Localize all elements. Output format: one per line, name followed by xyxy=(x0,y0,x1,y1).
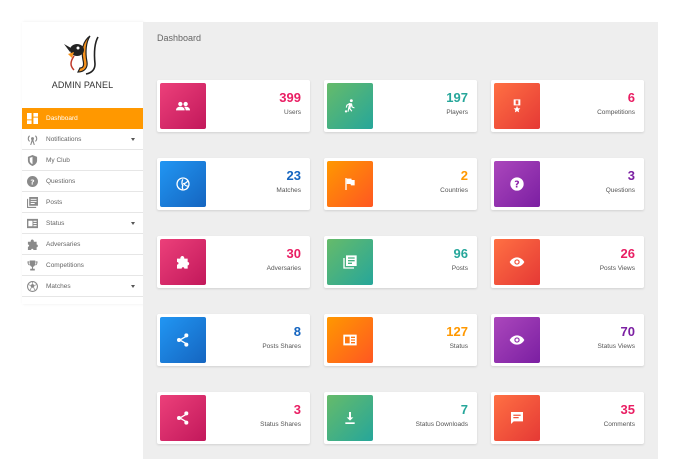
sidebar-item-label: Matches xyxy=(46,282,71,290)
sidebar-item-status[interactable]: Status xyxy=(22,213,143,234)
stat-value: 6 xyxy=(627,90,635,105)
sidebar-item-label: My Club xyxy=(46,156,70,164)
stat-card-countries[interactable]: 2 Countries xyxy=(324,158,477,210)
stat-value: 30 xyxy=(286,246,301,261)
sidebar-item-questions[interactable]: ? Questions xyxy=(22,171,143,192)
stat-label: Adversaries xyxy=(266,265,301,272)
stat-value: 3 xyxy=(293,402,301,417)
stat-card-posts-views[interactable]: 26 Posts Views xyxy=(491,236,644,288)
sidebar-item-label: Dashboard xyxy=(46,114,78,122)
trophy-icon xyxy=(27,259,38,271)
sidebar-item-matches[interactable]: Matches xyxy=(22,276,143,297)
svg-text:?: ? xyxy=(514,179,519,190)
stat-card-users[interactable]: 399 Users xyxy=(157,80,310,132)
sidebar-item-notifications[interactable]: Notifications xyxy=(22,129,143,150)
stat-label: Competitions xyxy=(597,109,635,116)
stat-label: Status Downloads xyxy=(415,421,468,428)
posts-icon xyxy=(327,239,373,285)
admin-panel-title: ADMIN PANEL xyxy=(51,80,114,90)
stat-value: 197 xyxy=(446,90,468,105)
stat-card-status-downloads[interactable]: 7 Status Downloads xyxy=(324,392,477,444)
stat-value: 7 xyxy=(460,402,468,417)
stat-card-comments[interactable]: 35 Comments xyxy=(491,392,644,444)
sidebar-item-label: Adversaries xyxy=(46,240,81,248)
app: ADMIN PANEL Dashboard Notifications My C… xyxy=(0,0,680,459)
sidebar-item-dashboard[interactable]: Dashboard xyxy=(22,108,143,129)
stat-card-posts-shares[interactable]: 8 Posts Shares xyxy=(157,314,310,366)
shield-icon xyxy=(27,154,38,166)
stat-label: Countries xyxy=(440,187,468,194)
stat-value: 399 xyxy=(279,90,301,105)
sidebar-item-label: Notifications xyxy=(46,135,82,143)
stat-value: 26 xyxy=(620,246,635,261)
sidebar-item-adversaries[interactable]: Adversaries xyxy=(22,234,143,255)
stat-value: 96 xyxy=(453,246,468,261)
eye-icon xyxy=(494,317,540,363)
stat-label: Posts Views xyxy=(599,265,635,272)
sidebar-item-posts[interactable]: Posts xyxy=(22,192,143,213)
stat-value: 2 xyxy=(460,168,468,183)
stat-value: 8 xyxy=(293,324,301,339)
sidebar-menu: Dashboard Notifications My Club ? Questi… xyxy=(22,108,143,297)
sidebar-item-competitions[interactable]: Competitions xyxy=(22,255,143,276)
svg-text:?: ? xyxy=(30,177,34,186)
stat-label: Users xyxy=(284,109,301,116)
main-content: Dashboard 399 Users 197 Players 6 Compet… xyxy=(143,22,658,459)
stat-value: 127 xyxy=(446,324,468,339)
sidebar-item-label: Posts xyxy=(46,198,63,206)
stat-card-questions[interactable]: ? 3 Questions xyxy=(491,158,644,210)
stat-card-adversaries[interactable]: 30 Adversaries xyxy=(157,236,310,288)
status-icon xyxy=(27,218,38,229)
stat-label: Matches xyxy=(276,187,301,194)
stat-value: 70 xyxy=(620,324,635,339)
stat-label: Posts Shares xyxy=(262,343,301,350)
page-title: Dashboard xyxy=(157,33,202,43)
status-icon xyxy=(327,317,373,363)
stat-value: 3 xyxy=(627,168,635,183)
sidebar-item-label: Questions xyxy=(46,177,76,185)
eye-icon xyxy=(494,239,540,285)
stat-card-posts[interactable]: 96 Posts xyxy=(324,236,477,288)
share-icon xyxy=(160,317,206,363)
sidebar-item-label: Status xyxy=(46,219,65,227)
puzzle-icon xyxy=(27,238,38,250)
medal-icon xyxy=(494,83,540,129)
sidebar: ADMIN PANEL Dashboard Notifications My C… xyxy=(22,22,143,304)
help-icon: ? xyxy=(27,175,38,187)
stat-label: Players xyxy=(446,109,468,116)
dashboard-icon xyxy=(27,112,38,124)
flag-icon xyxy=(327,161,373,207)
stat-label: Status Shares xyxy=(260,421,301,428)
stat-card-status-shares[interactable]: 3 Status Shares xyxy=(157,392,310,444)
player-icon xyxy=(327,83,373,129)
stat-card-status[interactable]: 127 Status xyxy=(324,314,477,366)
caret-down-icon xyxy=(131,222,135,225)
comment-icon xyxy=(494,395,540,441)
stat-label: Status xyxy=(449,343,468,350)
puzzle-icon xyxy=(160,239,206,285)
ball-icon xyxy=(27,280,38,292)
sidebar-item-label: Competitions xyxy=(46,261,84,269)
stat-value: 35 xyxy=(620,402,635,417)
stat-card-status-views[interactable]: 70 Status Views xyxy=(491,314,644,366)
club-logo xyxy=(64,35,99,75)
stat-card-competitions[interactable]: 6 Competitions xyxy=(491,80,644,132)
stat-value: 23 xyxy=(286,168,301,183)
share-icon xyxy=(160,395,206,441)
stat-label: Status Views xyxy=(597,343,635,350)
posts-icon xyxy=(27,196,38,208)
stat-card-matches[interactable]: 23 Matches xyxy=(157,158,310,210)
broadcast-icon xyxy=(27,134,38,145)
stat-label: Comments xyxy=(603,421,635,428)
stat-label: Posts xyxy=(451,265,468,272)
sidebar-item-my-club[interactable]: My Club xyxy=(22,150,143,171)
stat-card-players[interactable]: 197 Players xyxy=(324,80,477,132)
download-icon xyxy=(327,395,373,441)
stat-label: Questions xyxy=(605,187,635,194)
users-icon xyxy=(160,83,206,129)
caret-down-icon xyxy=(131,285,135,288)
caret-down-icon xyxy=(131,138,135,141)
volleyball-icon xyxy=(160,161,206,207)
help-icon: ? xyxy=(494,161,540,207)
